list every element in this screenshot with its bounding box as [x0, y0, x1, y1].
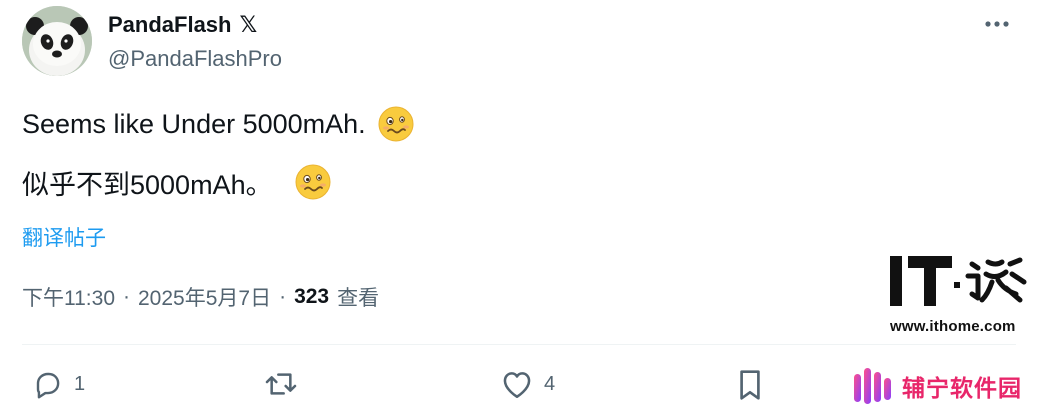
- tweet-text-en: Seems like Under 5000mAh.: [22, 108, 366, 139]
- panda-avatar-image: [22, 6, 92, 76]
- display-name[interactable]: PandaFlash: [108, 12, 231, 38]
- brand-watermark-text: 辅宁软件园: [902, 376, 1022, 402]
- heart-icon: [503, 372, 531, 399]
- tweet-text-english: Seems like Under 5000mAh.: [22, 104, 414, 144]
- more-options-button[interactable]: [982, 12, 1012, 36]
- woozy-face-emoji-icon: [295, 164, 331, 200]
- tweet-meta: 下午11:30 · 2025年5月7日 · 323 查看: [22, 282, 379, 312]
- ithome-url-watermark: www.ithome.com: [890, 318, 1016, 335]
- meta-separator: ·: [123, 285, 130, 308]
- repost-button[interactable]: [262, 368, 300, 400]
- bookmark-button[interactable]: [736, 368, 764, 402]
- ithome-logo-watermark: [890, 256, 1027, 306]
- tweet-text-chinese: 似乎不到5000mAh。: [22, 162, 331, 202]
- more-horizontal-icon: [985, 21, 1009, 27]
- brand-watermark: 辅宁软件园: [852, 362, 1022, 410]
- avatar[interactable]: [22, 6, 92, 76]
- views-count: 323: [294, 285, 330, 308]
- reply-icon: [36, 372, 60, 399]
- woozy-face-emoji-icon: [378, 106, 414, 142]
- like-count: 4: [544, 372, 556, 395]
- repost-icon: [265, 373, 297, 395]
- tweet-text-zh: 似乎不到5000mAh。: [22, 169, 273, 200]
- views-label: 查看: [337, 287, 380, 310]
- tweet-time[interactable]: 下午11:30: [22, 282, 115, 312]
- like-button[interactable]: 4: [500, 368, 555, 400]
- meta-separator: ·: [279, 285, 287, 308]
- x-logo-icon: 𝕏: [239, 12, 258, 38]
- bookmark-icon: [740, 370, 760, 400]
- divider: [22, 344, 1016, 345]
- reply-button[interactable]: 1: [32, 368, 85, 400]
- author-name-row: PandaFlash 𝕏: [108, 10, 257, 40]
- translate-post-link[interactable]: 翻译帖子: [22, 222, 106, 252]
- reply-count: 1: [74, 372, 86, 395]
- brand-logo-icon: [854, 368, 891, 404]
- tweet-date[interactable]: 2025年5月7日: [138, 282, 271, 312]
- author-handle[interactable]: @PandaFlashPro: [108, 46, 282, 72]
